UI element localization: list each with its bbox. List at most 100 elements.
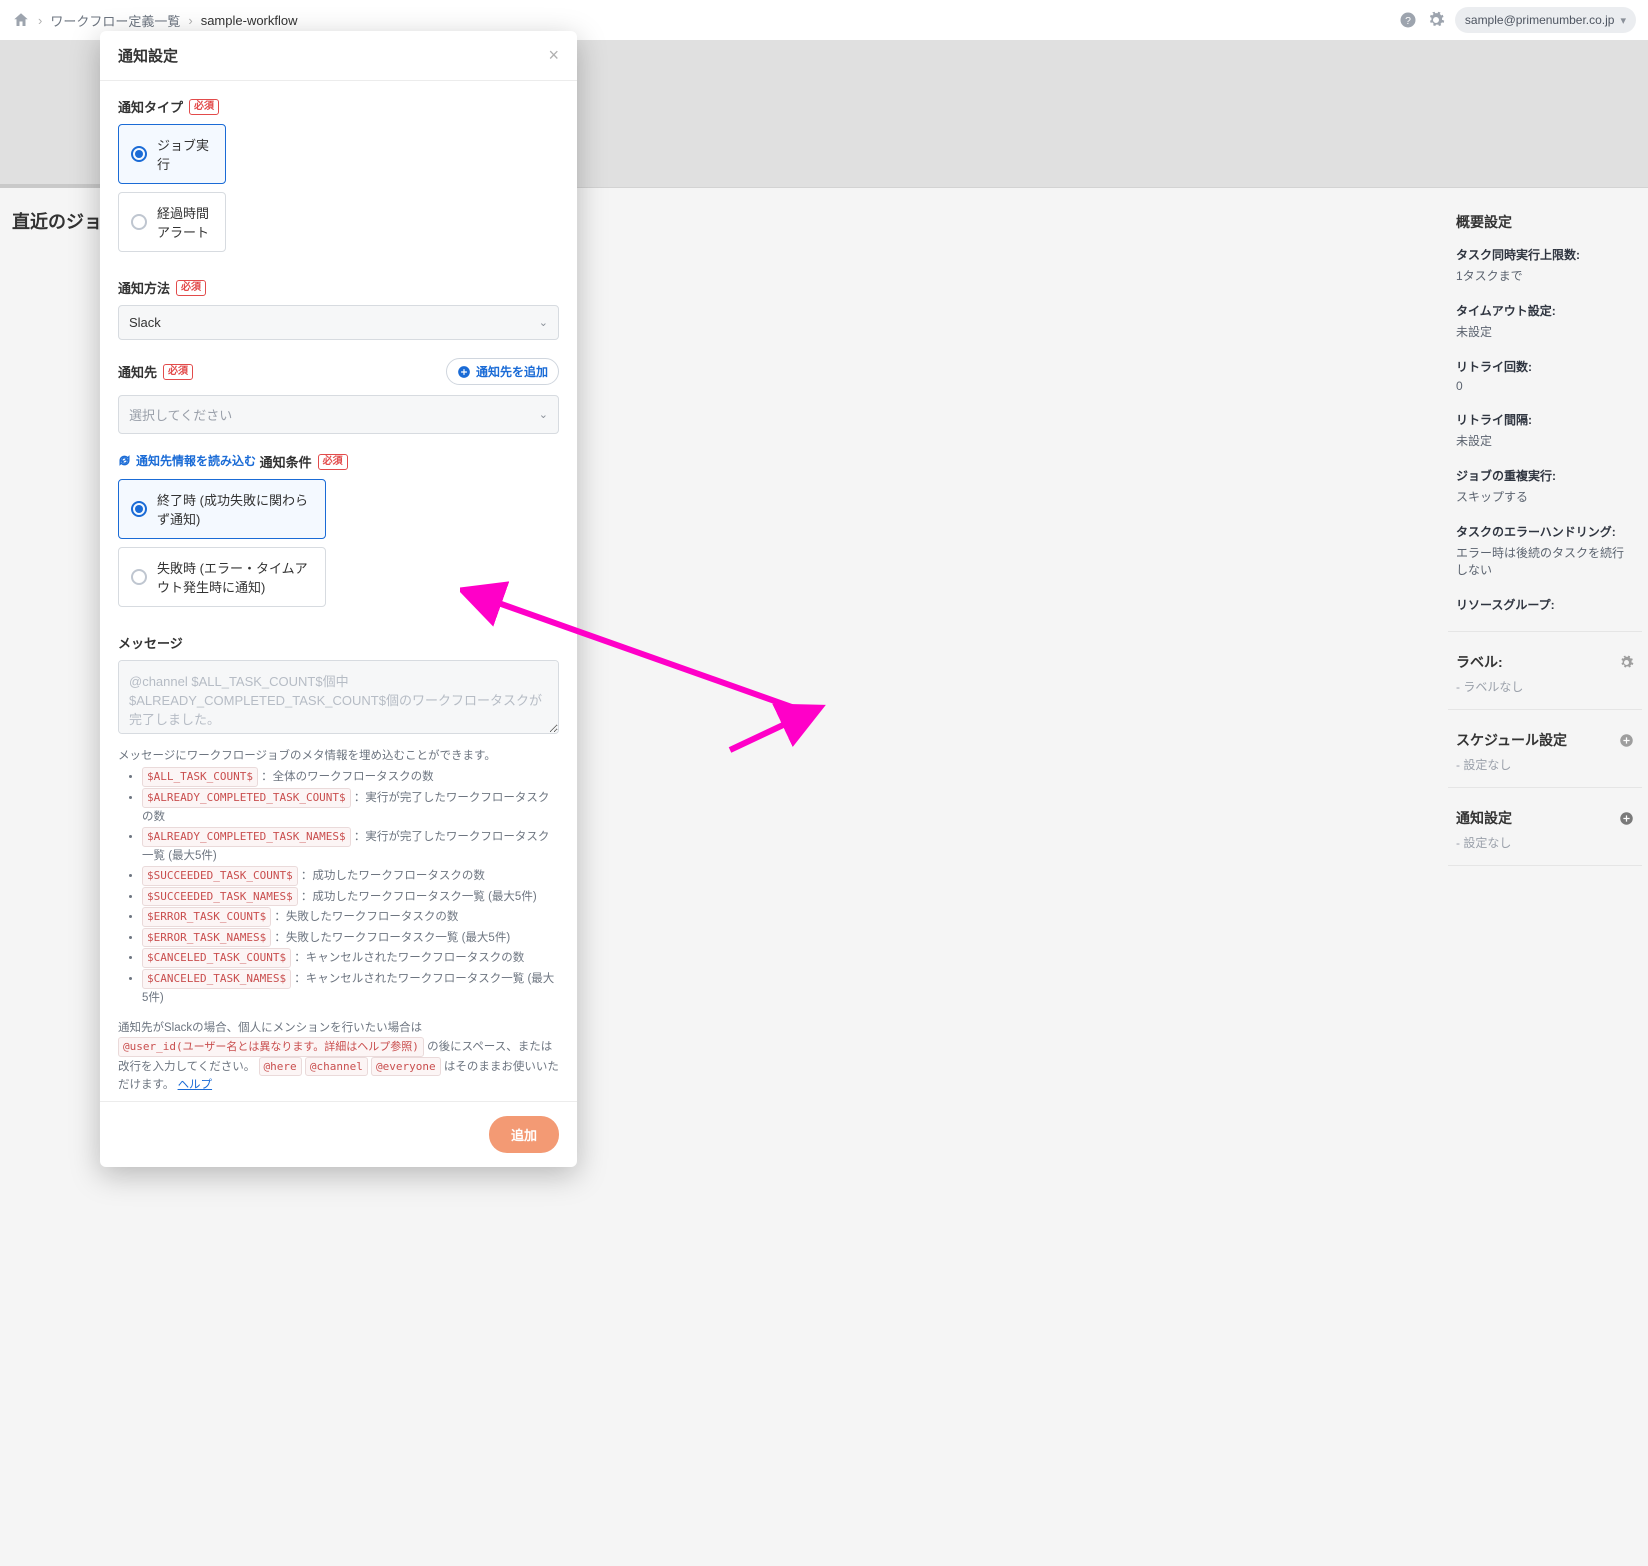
schedule-section-title: スケジュール設定 <box>1456 730 1567 750</box>
required-badge: 必須 <box>163 364 193 380</box>
side-row-label: リトライ回数: <box>1456 358 1634 375</box>
radio-cond-fail[interactable]: 失敗時 (エラー・タイムアウト発生時に通知) <box>118 547 326 607</box>
plus-icon[interactable] <box>1619 733 1634 748</box>
side-row: タイムアウト設定:未設定 <box>1456 302 1634 340</box>
variable-desc: ：成功したワークフロータスク一覧 (最大5件) <box>298 891 537 903</box>
add-destination-button[interactable]: 通知先を追加 <box>446 358 559 385</box>
variable-desc: ：失敗したワークフロータスクの数 <box>271 911 458 923</box>
submit-button[interactable]: 追加 <box>489 1116 559 1153</box>
user-email: sample@primenumber.co.jp <box>1465 13 1615 27</box>
variable-item: $SUCCEEDED_TASK_NAMES$ ：成功したワークフロータスク一覧 … <box>142 887 559 907</box>
help-text: メッセージにワークフロージョブのメタ情報を埋め込むことができます。 $ALL_T… <box>118 747 559 1095</box>
divider <box>1448 865 1642 866</box>
slack-user-code: @user_id(ユーザー名とは異なります。詳細はヘルプ参照) <box>118 1037 424 1057</box>
side-panel: 概要設定 タスク同時実行上限数:1タスクまでタイムアウト設定:未設定リトライ回数… <box>1448 188 1648 880</box>
variable-code: $ALREADY_COMPLETED_TASK_NAMES$ <box>142 827 351 847</box>
plus-circle-icon <box>457 365 471 379</box>
gear-icon[interactable] <box>1427 11 1445 29</box>
required-badge: 必須 <box>176 280 206 296</box>
chevron-down-icon: ⌄ <box>539 408 548 421</box>
side-row-label: ジョブの重複実行: <box>1456 467 1634 484</box>
side-row: タスク同時実行上限数:1タスクまで <box>1456 246 1634 284</box>
home-icon[interactable] <box>12 11 30 29</box>
refresh-icon <box>118 454 131 467</box>
submit-label: 追加 <box>511 1128 537 1143</box>
notify-section-value: - 設定なし <box>1456 834 1634 851</box>
method-select[interactable]: Slack ⌄ <box>118 305 559 340</box>
radio-elapsed-label: 経過時間アラート <box>157 203 213 241</box>
user-menu[interactable]: sample@primenumber.co.jp ▾ <box>1455 7 1636 33</box>
label-section-value: - ラベルなし <box>1456 678 1634 695</box>
required-badge: 必須 <box>318 454 348 470</box>
side-row-value: スキップする <box>1456 488 1634 505</box>
overview-title: 概要設定 <box>1456 212 1634 232</box>
gear-icon[interactable] <box>1619 655 1634 670</box>
variable-code: $CANCELED_TASK_NAMES$ <box>142 969 291 989</box>
variable-desc: ：キャンセルされたワークフロータスクの数 <box>291 952 524 964</box>
refresh-destinations-link[interactable]: 通知先情報を読み込む <box>118 452 256 469</box>
message-label: メッセージ <box>118 633 183 652</box>
slack-mention-code: @here <box>259 1057 302 1077</box>
radio-cond-end-label: 終了時 (成功失敗に関わらず通知) <box>157 490 313 528</box>
breadcrumb: › ワークフロー定義一覧 › sample-workflow <box>12 11 298 30</box>
close-icon[interactable]: × <box>548 45 559 66</box>
radio-dot-icon <box>131 501 147 517</box>
dest-placeholder: 選択してください <box>129 405 232 424</box>
variable-code: $ALL_TASK_COUNT$ <box>142 767 258 787</box>
variable-item: $ALREADY_COMPLETED_TASK_NAMES$ ：実行が完了したワ… <box>142 827 559 865</box>
side-row-label: タスク同時実行上限数: <box>1456 246 1634 263</box>
variable-code: $SUCCEEDED_TASK_COUNT$ <box>142 866 298 886</box>
radio-job-exec[interactable]: ジョブ実行 <box>118 124 226 184</box>
slack-hint-pre: 通知先がSlackの場合、個人にメンションを行いたい場合は <box>118 1022 422 1034</box>
radio-dot-icon <box>131 214 147 230</box>
message-textarea[interactable] <box>118 660 559 734</box>
side-row-label: タスクのエラーハンドリング: <box>1456 523 1634 540</box>
type-label: 通知タイプ <box>118 97 183 116</box>
breadcrumb-current: sample-workflow <box>201 13 298 28</box>
variable-item: $CANCELED_TASK_COUNT$ ：キャンセルされたワークフロータスク… <box>142 948 559 968</box>
side-row-label: リソースグループ: <box>1456 596 1634 613</box>
radio-dot-icon <box>131 146 147 162</box>
side-row: タスクのエラーハンドリング: エラー時は後続のタスクを続行しない <box>1456 523 1634 578</box>
help-icon[interactable]: ? <box>1399 11 1417 29</box>
side-row: リソースグループ: <box>1456 596 1634 613</box>
variable-code: $ALREADY_COMPLETED_TASK_COUNT$ <box>142 788 351 808</box>
radio-cond-fail-label: 失敗時 (エラー・タイムアウト発生時に通知) <box>157 558 313 596</box>
variable-item: $ERROR_TASK_COUNT$ ：失敗したワークフロータスクの数 <box>142 907 559 927</box>
variable-item: $ERROR_TASK_NAMES$ ：失敗したワークフロータスク一覧 (最大5… <box>142 928 559 948</box>
chevron-right-icon: › <box>188 13 192 28</box>
side-row-label: タイムアウト設定: <box>1456 302 1634 319</box>
variable-item: $SUCCEEDED_TASK_COUNT$ ：成功したワークフロータスクの数 <box>142 866 559 886</box>
breadcrumb-workflow-list[interactable]: ワークフロー定義一覧 <box>50 11 180 30</box>
add-destination-label: 通知先を追加 <box>476 363 548 380</box>
help-intro: メッセージにワークフロージョブのメタ情報を埋め込むことができます。 <box>118 747 559 765</box>
schedule-section-value: - 設定なし <box>1456 756 1634 773</box>
radio-dot-icon <box>131 569 147 585</box>
divider <box>1448 787 1642 788</box>
radio-cond-end[interactable]: 終了時 (成功失敗に関わらず通知) <box>118 479 326 539</box>
side-row: リトライ回数: 0 <box>1456 358 1634 393</box>
variable-desc: ：成功したワークフロータスクの数 <box>298 870 485 882</box>
side-row-value: 0 <box>1456 379 1634 393</box>
notification-settings-modal: 通知設定 × 通知タイプ 必須 ジョブ実行 経過時間アラート 通知方法 必須 S… <box>100 31 577 1167</box>
side-row-value: 未設定 <box>1456 432 1634 449</box>
variable-desc: ：失敗したワークフロータスク一覧 (最大5件) <box>271 932 510 944</box>
radio-job-label: ジョブ実行 <box>157 135 213 173</box>
plus-icon[interactable] <box>1619 811 1634 826</box>
divider <box>1448 631 1642 632</box>
variable-item: $CANCELED_TASK_NAMES$ ：キャンセルされたワークフロータスク… <box>142 969 559 1007</box>
slack-mention-code: @channel <box>305 1057 368 1077</box>
variable-item: $ALREADY_COMPLETED_TASK_COUNT$ ：実行が完了したワ… <box>142 788 559 826</box>
modal-title: 通知設定 <box>118 45 178 66</box>
svg-text:?: ? <box>1405 15 1411 27</box>
dest-select[interactable]: 選択してください ⌄ <box>118 395 559 434</box>
help-link[interactable]: ヘルプ <box>178 1079 213 1091</box>
radio-elapsed-alert[interactable]: 経過時間アラート <box>118 192 226 252</box>
label-section-title: ラベル: <box>1456 652 1503 672</box>
side-row-value: エラー時は後続のタスクを続行しない <box>1456 544 1634 578</box>
cond-label: 通知条件 <box>260 452 312 471</box>
refresh-destinations-label: 通知先情報を読み込む <box>136 452 256 469</box>
required-badge: 必須 <box>189 99 219 115</box>
slack-mention-code: @everyone <box>371 1057 441 1077</box>
variable-code: $ERROR_TASK_NAMES$ <box>142 928 271 948</box>
